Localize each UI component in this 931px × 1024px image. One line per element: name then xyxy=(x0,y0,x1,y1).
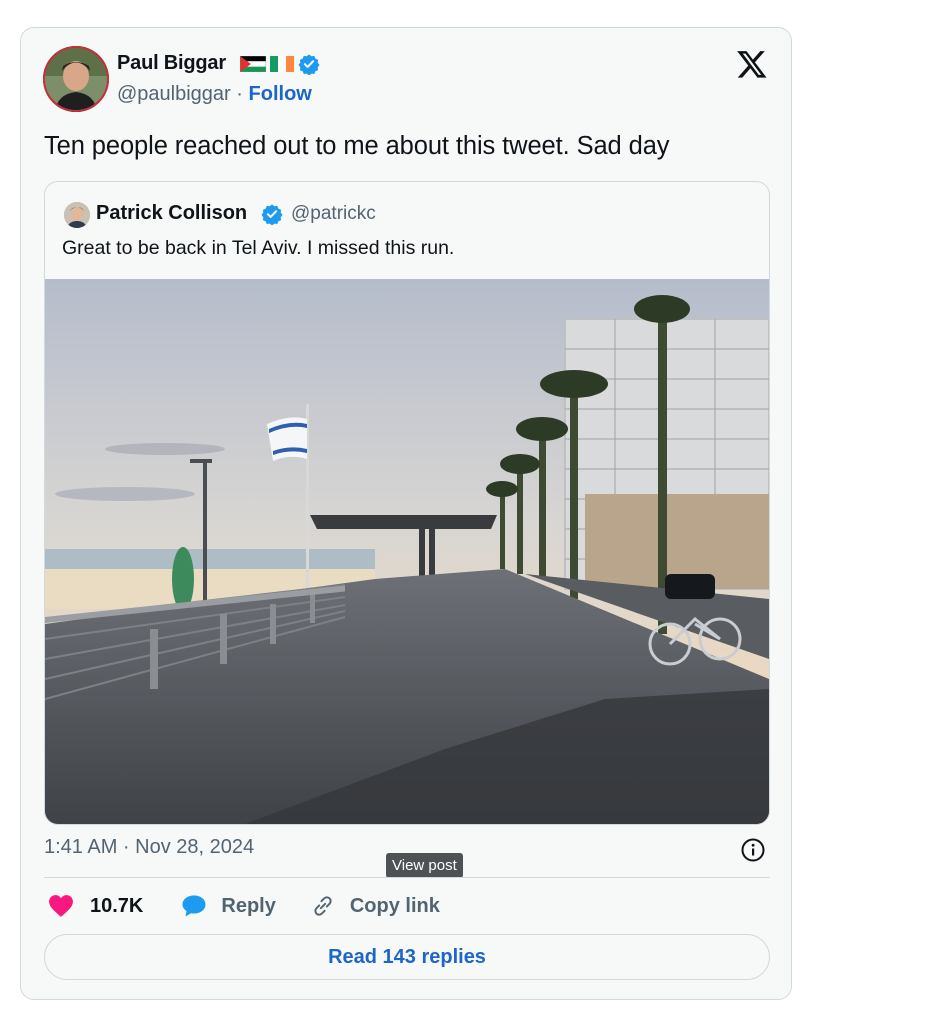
copy-link-button[interactable]: Copy link xyxy=(310,893,440,919)
quoted-author-name: Patrick Collison xyxy=(96,202,248,224)
reply-bubble-icon xyxy=(182,895,206,917)
tweet-timestamp[interactable]: 1:41 AM · Nov 28, 2024 xyxy=(44,836,254,859)
quoted-tweet-text: Great to be back in Tel Aviv. I missed t… xyxy=(62,237,455,259)
quoted-tweet[interactable]: Patrick Collison @patrickc Great to be b… xyxy=(44,181,770,825)
quoted-author-avatar xyxy=(64,202,90,228)
view-post-tooltip: View post xyxy=(386,853,463,878)
heart-icon xyxy=(49,895,73,917)
info-icon[interactable] xyxy=(740,837,766,863)
tweet-text: Ten people reached out to me about this … xyxy=(44,132,670,160)
palestine-flag-icon xyxy=(240,56,266,72)
read-replies-button[interactable]: Read 143 replies xyxy=(44,934,770,980)
reply-label: Reply xyxy=(221,894,276,917)
author-name[interactable]: Paul Biggar xyxy=(117,52,226,75)
author-avatar[interactable] xyxy=(43,46,109,112)
divider xyxy=(44,877,770,878)
author-handle[interactable]: @paulbiggar xyxy=(117,83,231,105)
separator-dot: · xyxy=(236,83,243,105)
quoted-author-handle: @patrickc xyxy=(291,203,376,224)
author-handle-row: @paulbiggar · Follow xyxy=(117,83,312,106)
ireland-flag-icon xyxy=(270,56,294,72)
verified-badge-icon xyxy=(298,54,320,75)
beach-promenade-photo[interactable] xyxy=(45,279,769,824)
copy-link-label: Copy link xyxy=(349,894,440,917)
x-logo-icon[interactable] xyxy=(736,48,768,80)
quoted-verified-badge-icon xyxy=(261,204,283,225)
reply-button[interactable]: Reply xyxy=(181,894,276,918)
tweet-embed-card: Paul Biggar @paulbiggar · Follow Ten peo… xyxy=(20,27,792,1000)
action-bar: 10.7K Reply Copy link xyxy=(44,890,440,922)
like-count: 10.7K xyxy=(90,894,144,917)
link-icon xyxy=(314,896,332,916)
like-button[interactable]: 10.7K xyxy=(48,894,143,918)
author-flags xyxy=(240,54,320,75)
follow-button[interactable]: Follow xyxy=(249,83,312,105)
